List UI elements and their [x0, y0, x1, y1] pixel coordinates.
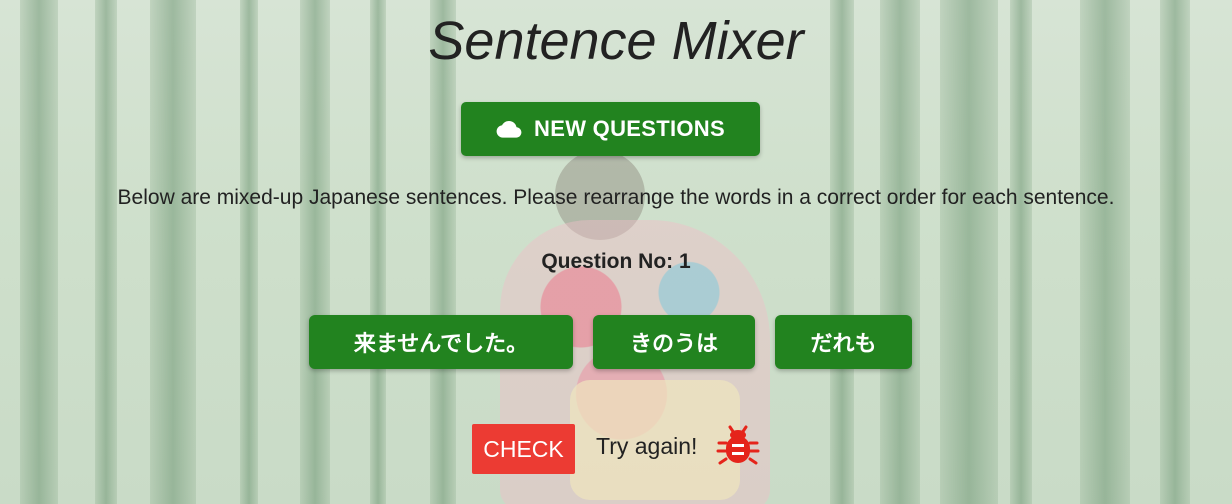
bug-icon [716, 425, 760, 465]
question-number: Question No: 1 [541, 250, 691, 273]
word-tile[interactable]: 来ませんでした。 [309, 315, 573, 369]
result-message: Try again! [596, 433, 698, 459]
cloud-icon [496, 121, 522, 138]
page-title: Sentence Mixer [428, 11, 804, 71]
word-tile[interactable]: きのうは [593, 315, 755, 369]
new-questions-label: NEW QUESTIONS [534, 116, 725, 141]
check-button[interactable]: CHECK [472, 424, 575, 474]
word-tile[interactable]: だれも [775, 315, 912, 369]
new-questions-button[interactable]: NEW QUESTIONS [461, 102, 760, 156]
instructions-text: Below are mixed-up Japanese sentences. P… [117, 186, 1115, 209]
